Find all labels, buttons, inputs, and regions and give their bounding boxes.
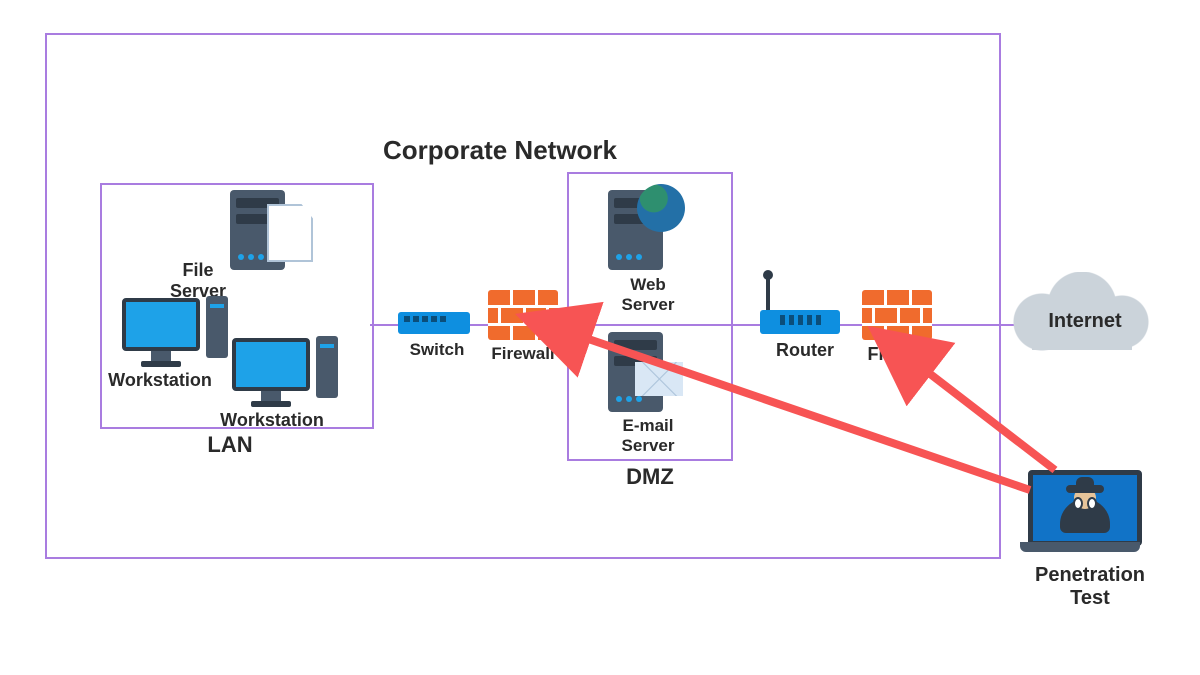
network-diagram: Corporate Network LAN DMZ FileServer Wor… [0, 0, 1200, 675]
attack-arrows [0, 0, 1200, 675]
arrow-to-inner-firewall [568, 332, 1030, 490]
